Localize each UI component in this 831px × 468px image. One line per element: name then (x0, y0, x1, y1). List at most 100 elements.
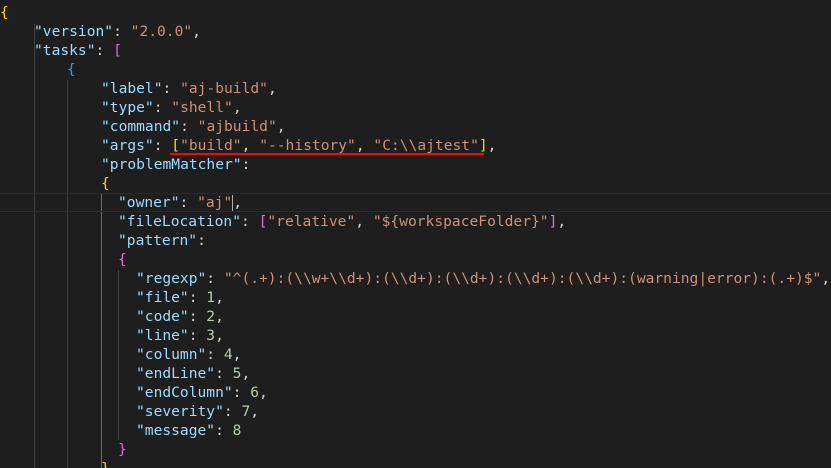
code-token: "column" (136, 346, 207, 363)
code-token: , (487, 137, 497, 154)
code-token: , (241, 365, 251, 382)
code-line[interactable]: "version": "2.0.0", (34, 22, 201, 41)
code-line[interactable]: "label": "aj-build", (101, 79, 277, 98)
code-token: , (259, 384, 268, 401)
code-token: "line" (136, 327, 189, 344)
code-token: : (95, 42, 114, 59)
code-token: { (118, 251, 127, 268)
code-token: : (113, 23, 131, 40)
code-token: "command" (101, 118, 181, 135)
code-token: : (241, 213, 259, 230)
code-token: , (821, 270, 831, 287)
code-editor[interactable]: { "version": "2.0.0", "tasks": [ { "labe… (0, 0, 831, 468)
code-line[interactable]: "message": 8 (136, 421, 241, 440)
code-token: "severity" (136, 403, 224, 420)
code-line[interactable]: } (101, 459, 110, 468)
code-line[interactable]: "column": 4, (136, 345, 241, 364)
code-line[interactable]: "fileLocation": ["relative", "${workspac… (118, 212, 566, 231)
error-underline (170, 153, 484, 155)
code-line[interactable]: { (67, 60, 76, 79)
code-token: 7 (241, 403, 251, 420)
code-token: } (118, 441, 127, 458)
code-token: , (215, 289, 224, 306)
code-token: , (276, 118, 286, 135)
code-token: { (67, 61, 76, 78)
code-line[interactable]: "regexp": "^(.+):(\\w+\\d+):(\\d+):(\\d+… (136, 269, 830, 288)
code-token: "args" (101, 137, 154, 154)
code-token: , (233, 194, 243, 211)
code-token: "${workspaceFolder}" (372, 213, 549, 230)
code-token: 3 (206, 327, 216, 344)
code-line[interactable]: "command": "ajbuild", (101, 117, 286, 136)
code-token: { (0, 4, 9, 21)
code-line[interactable]: "code": 2, (136, 307, 224, 326)
code-line[interactable]: "endLine": 5, (136, 364, 250, 383)
code-token: } (101, 460, 110, 468)
code-token: "label" (101, 80, 163, 97)
code-token: "fileLocation" (118, 213, 242, 230)
code-token: : (180, 118, 198, 135)
code-line[interactable]: "problemMatcher": (101, 155, 250, 174)
code-line[interactable]: { (101, 174, 110, 193)
code-token: "code" (136, 308, 189, 325)
code-token: "2.0.0" (130, 23, 193, 40)
code-token: , (250, 403, 260, 420)
code-token: , (192, 23, 201, 40)
code-token: , (241, 137, 260, 154)
indent-guide (118, 270, 119, 440)
code-token: "endColumn" (136, 384, 233, 401)
code-line[interactable]: { (0, 3, 9, 22)
code-token: "aj" (197, 194, 233, 211)
code-line[interactable]: "pattern": (118, 231, 206, 250)
code-token: { (101, 175, 110, 192)
indent-guide (67, 80, 68, 468)
code-token: 1 (206, 289, 216, 306)
code-token: "shell" (171, 99, 233, 116)
code-token: : (153, 99, 172, 116)
code-line[interactable]: { (118, 250, 127, 269)
code-token: : (197, 232, 206, 249)
code-token: "C:\\ajtest" (373, 137, 479, 154)
code-token: [ (113, 42, 122, 59)
code-token: "^(.+):(\\w+\\d+):(\\d+):(\\d+):(\\d+):(… (223, 270, 822, 287)
code-token: 2 (206, 308, 216, 325)
code-token: "ajbuild" (197, 118, 277, 135)
code-token: "problemMatcher" (101, 156, 242, 173)
code-line[interactable]: "tasks": [ (34, 41, 122, 60)
code-token: : (206, 346, 224, 363)
code-token: : (188, 327, 207, 344)
code-token: "--history" (259, 137, 356, 154)
code-line[interactable]: "line": 3, (136, 326, 224, 345)
indent-guide-active (101, 194, 102, 468)
code-token: "version" (34, 23, 114, 40)
code-token: "build" (180, 137, 242, 154)
code-token: "file" (136, 289, 189, 306)
code-token: : (179, 194, 198, 211)
code-token: , (355, 137, 374, 154)
code-token: 8 (232, 422, 242, 439)
code-token: : (241, 156, 251, 173)
code-token: "aj-build" (180, 80, 268, 97)
code-token: "pattern" (118, 232, 198, 249)
code-line[interactable]: "file": 1, (136, 288, 224, 307)
code-token: 6 (250, 384, 260, 401)
code-line-current[interactable]: "owner": "aj", (0, 193, 831, 212)
code-token: : (206, 270, 224, 287)
code-token: "tasks" (34, 42, 96, 59)
code-token: "type" (101, 99, 154, 116)
code-token: : (188, 289, 207, 306)
code-token: "regexp" (136, 270, 207, 287)
code-token: , (215, 308, 224, 325)
code-token: "relative" (267, 213, 356, 230)
code-token: : (153, 137, 172, 154)
indent-guide (34, 24, 35, 468)
code-token: : (162, 80, 181, 97)
code-token: : (188, 308, 207, 325)
code-token: , (215, 327, 224, 344)
code-line[interactable]: "severity": 7, (136, 402, 259, 421)
code-line[interactable]: } (118, 440, 127, 459)
code-token: "endLine" (136, 365, 216, 382)
code-line[interactable]: "type": "shell", (101, 98, 242, 117)
code-line[interactable]: "endColumn": 6, (136, 383, 268, 402)
code-token: [ (171, 137, 181, 154)
